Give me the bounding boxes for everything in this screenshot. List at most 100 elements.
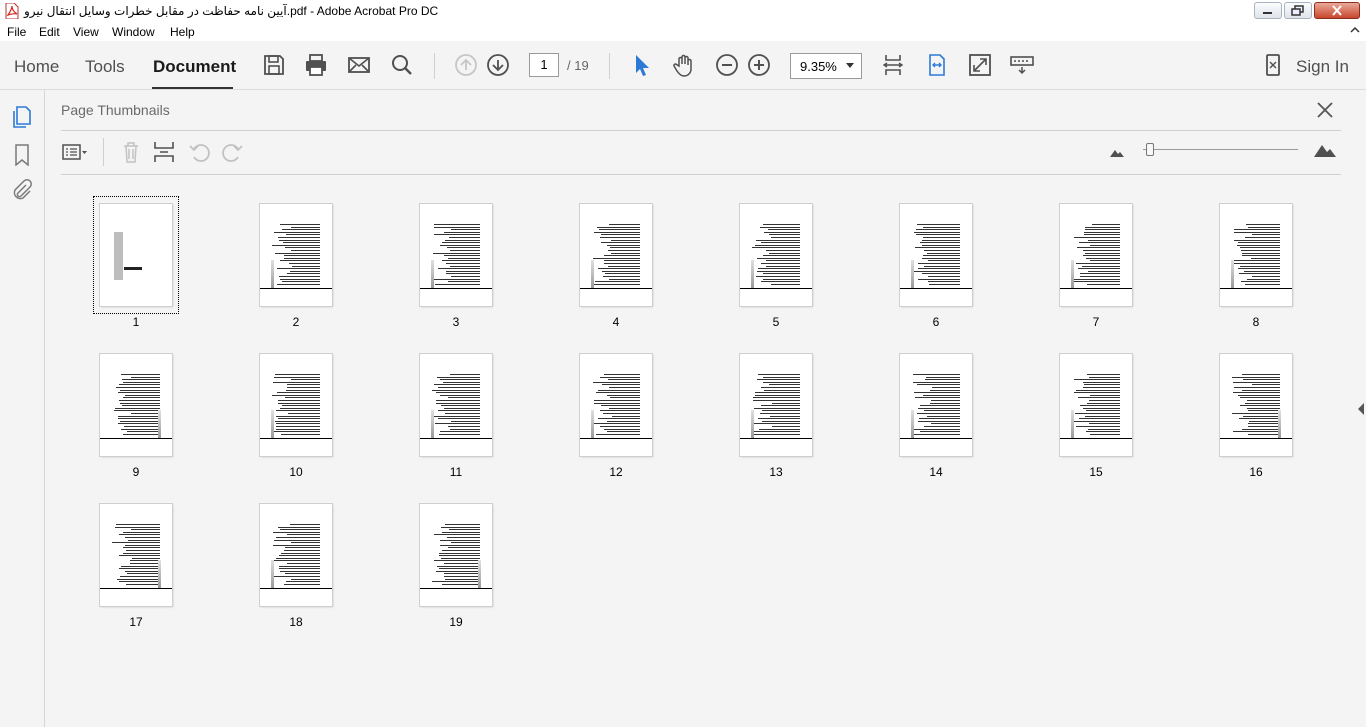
text-line [285,547,320,549]
page-thumbnail[interactable]: 10 [255,354,355,484]
page-thumbnail[interactable]: 3 [415,204,515,334]
sign-in-link[interactable]: Sign In [1296,57,1349,77]
page-thumbnail[interactable]: 5 [735,204,835,334]
page-thumbnail[interactable]: 2 [255,204,355,334]
panel-toolbar-divider [103,138,104,166]
attachment-icon[interactable] [11,179,33,201]
page-thumbnail[interactable]: 17 [95,504,195,634]
page-thumbnail[interactable]: 4 [575,204,675,334]
page-thumbnail[interactable]: 16 [1215,354,1315,484]
page-thumbnail[interactable]: 13 [735,354,835,484]
text-line [927,415,960,417]
zoom-in-icon[interactable] [747,53,771,77]
mobile-sign-icon[interactable] [1261,53,1285,77]
text-line [593,381,640,383]
tab-home[interactable]: Home [14,57,59,77]
bookmark-icon[interactable] [11,144,33,166]
page-thumbnail[interactable]: 11 [415,354,515,484]
full-screen-icon[interactable] [968,53,992,77]
select-tool-icon[interactable] [630,53,654,77]
text-line [434,384,480,386]
toolbar-divider [434,53,435,79]
rotate-left-icon[interactable] [186,140,212,164]
text-line [768,234,800,236]
search-icon[interactable] [390,53,414,77]
restore-button[interactable] [1284,2,1312,19]
page-thumbnail[interactable]: 18 [255,504,355,634]
page-thumbnail[interactable]: 15 [1055,354,1155,484]
fit-page-icon[interactable] [881,53,905,77]
menu-file[interactable]: File [7,25,26,39]
page-number-input[interactable]: 1 [529,53,559,77]
close-panel-icon[interactable] [1315,100,1335,120]
options-menu-icon[interactable] [62,140,88,164]
page-thumbnail[interactable]: 12 [575,354,675,484]
text-line [766,260,800,262]
page-thumbnail[interactable]: 1 [93,196,195,334]
email-icon[interactable] [347,53,371,77]
text-line [433,234,480,236]
text-line [603,276,640,277]
text-line [1234,387,1280,388]
thumbnail-size-slider[interactable] [1143,149,1298,150]
next-page-icon[interactable] [486,53,510,77]
zoom-level-select[interactable]: 9.35% [790,53,862,79]
margin-graphic [1071,410,1074,438]
text-line [1237,244,1280,246]
text-line [1087,402,1120,404]
menu-edit[interactable]: Edit [39,25,60,39]
slider-handle[interactable] [1146,143,1154,156]
save-icon[interactable] [262,53,286,77]
print-icon[interactable] [304,53,328,77]
small-mountain-icon[interactable] [1109,146,1125,158]
text-line [275,374,320,375]
chevron-up-icon[interactable] [1350,24,1360,36]
page-thumbnail[interactable]: 7 [1055,204,1155,334]
text-line [290,379,320,381]
text-line [283,257,320,259]
text-line [444,563,480,564]
keyboard-icon[interactable] [1010,53,1034,77]
zoom-out-icon[interactable] [715,53,739,77]
hand-tool-icon[interactable] [672,53,696,77]
tab-tools[interactable]: Tools [85,57,125,77]
minimize-button[interactable] [1254,2,1282,19]
text-line [122,547,160,549]
page-thumbnail[interactable]: 19 [415,504,515,634]
menu-view[interactable]: View [73,25,99,39]
insert-pages-icon[interactable] [151,140,177,164]
page-thumbnail[interactable]: 8 [1215,204,1315,334]
text-line [286,384,320,386]
page-number-label: 9 [132,465,140,479]
panel-divider [61,130,1341,131]
text-line [607,244,640,246]
text-line [604,273,640,275]
text-line [1240,281,1280,283]
menu-help[interactable]: Help [170,25,195,39]
text-line [448,529,480,531]
text-line [277,268,320,270]
text-line [1081,265,1120,267]
menu-bar: File Edit View Window Help [0,22,1366,41]
text-line [1082,255,1120,257]
tab-document[interactable]: Document [153,57,236,77]
page-thumbnail[interactable]: 14 [895,354,995,484]
previous-page-icon[interactable] [454,53,478,77]
menu-window[interactable]: Window [112,25,155,39]
rotate-right-icon[interactable] [220,140,246,164]
page-thumbnails-icon[interactable] [11,106,33,128]
text-line [1239,273,1280,275]
fit-width-icon[interactable] [925,53,949,77]
expand-right-panel-icon[interactable] [1357,402,1365,416]
page-thumbnail[interactable]: 6 [895,204,995,334]
text-line [278,568,320,570]
margin-graphic [431,410,434,438]
trash-icon[interactable] [118,140,144,164]
page-thumbnail[interactable]: 9 [95,354,195,484]
text-line [273,539,320,541]
text-line [754,392,800,394]
large-mountain-icon[interactable] [1313,142,1337,158]
text-line [763,273,800,275]
close-window-button[interactable] [1314,2,1360,19]
text-line [594,231,640,233]
